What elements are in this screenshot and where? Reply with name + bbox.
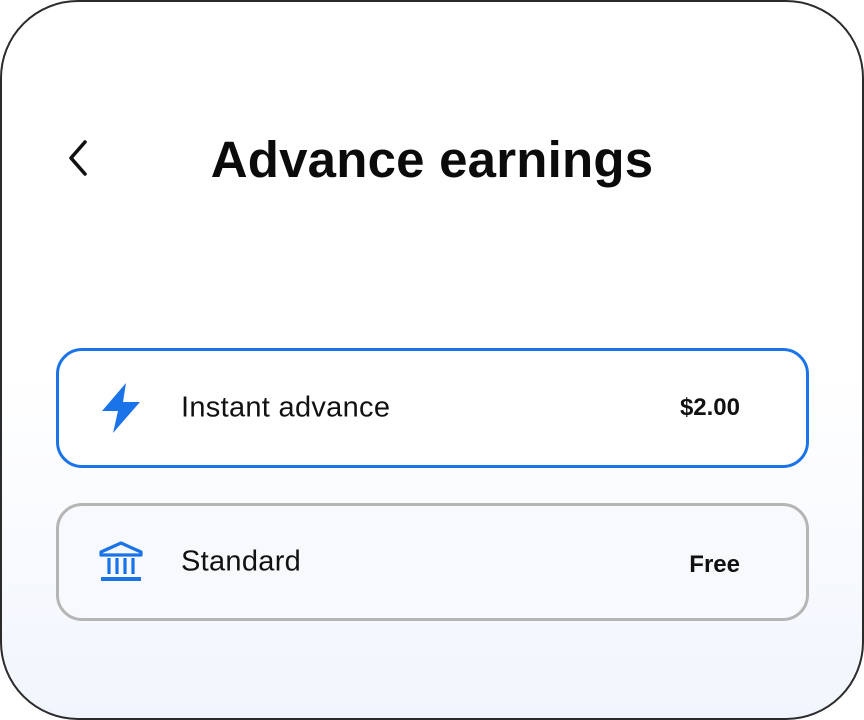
option-price: $2.00 [679,394,740,421]
bank-icon [95,536,147,588]
page-title: Advance earnings [210,131,654,188]
option-label: Standard [181,545,302,578]
option-label: Instant advance [181,391,391,424]
option-standard[interactable]: Standard Free [56,503,809,621]
option-price: Free [689,551,740,578]
app-screen: Advance earnings Instant advance $2.00 S… [0,0,864,720]
lightning-bolt-icon [95,382,147,434]
option-instant-advance[interactable]: Instant advance $2.00 [56,348,809,468]
